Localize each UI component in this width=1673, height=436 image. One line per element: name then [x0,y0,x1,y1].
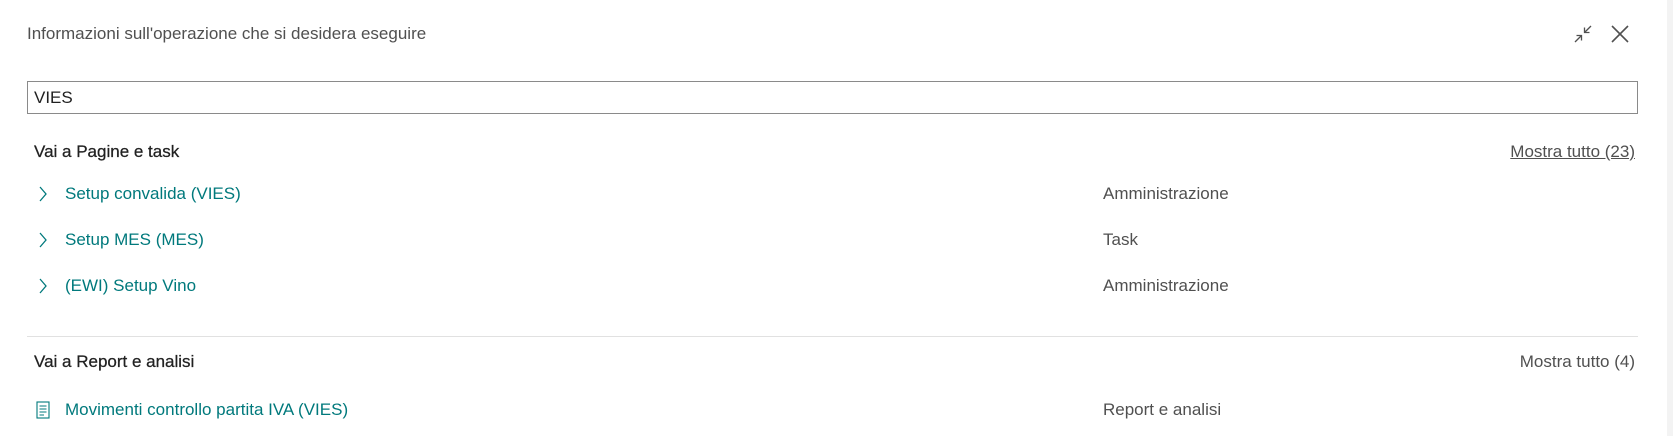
chevron-right-icon [34,275,52,297]
show-all-pages-link[interactable]: Mostra tutto (23) [1510,142,1635,162]
list-item-category: Amministrazione [1103,276,1229,295]
list-item[interactable]: (EWI) Setup Vino Amministrazione [27,270,1638,302]
chevron-right-icon [34,229,52,251]
section-divider [27,336,1638,337]
list-item-label[interactable]: Movimenti controllo partita IVA (VIES) [65,400,348,420]
list-item-category: Report e analisi [1103,400,1222,419]
search-input[interactable] [27,81,1638,114]
collapse-icon [1574,25,1592,43]
close-button[interactable] [1607,21,1633,47]
section-title-pages-tasks: Vai a Pagine e task [34,142,180,161]
close-icon [1611,25,1629,43]
tell-me-panel: Informazioni sull'operazione che si desi… [0,0,1673,436]
list-item-label[interactable]: Setup convalida (VIES) [65,184,241,204]
section-title-reports: Vai a Report e analisi [34,352,195,371]
report-icon [34,399,52,421]
scrollbar[interactable] [1667,0,1673,436]
list-item[interactable]: Setup MES (MES) Task [27,224,1638,256]
collapse-button[interactable] [1570,21,1596,47]
list-item[interactable]: Setup convalida (VIES) Amministrazione [27,178,1638,210]
chevron-right-icon [34,183,52,205]
panel-title: Informazioni sull'operazione che si desi… [27,24,427,43]
list-item-category: Amministrazione [1103,184,1229,203]
list-item-label[interactable]: Setup MES (MES) [65,230,204,250]
list-item[interactable]: Movimenti controllo partita IVA (VIES) R… [27,394,1638,426]
show-all-reports-link[interactable]: Mostra tutto (4) [1520,352,1635,372]
list-item-label[interactable]: (EWI) Setup Vino [65,276,196,296]
list-item-category: Task [1103,230,1138,249]
